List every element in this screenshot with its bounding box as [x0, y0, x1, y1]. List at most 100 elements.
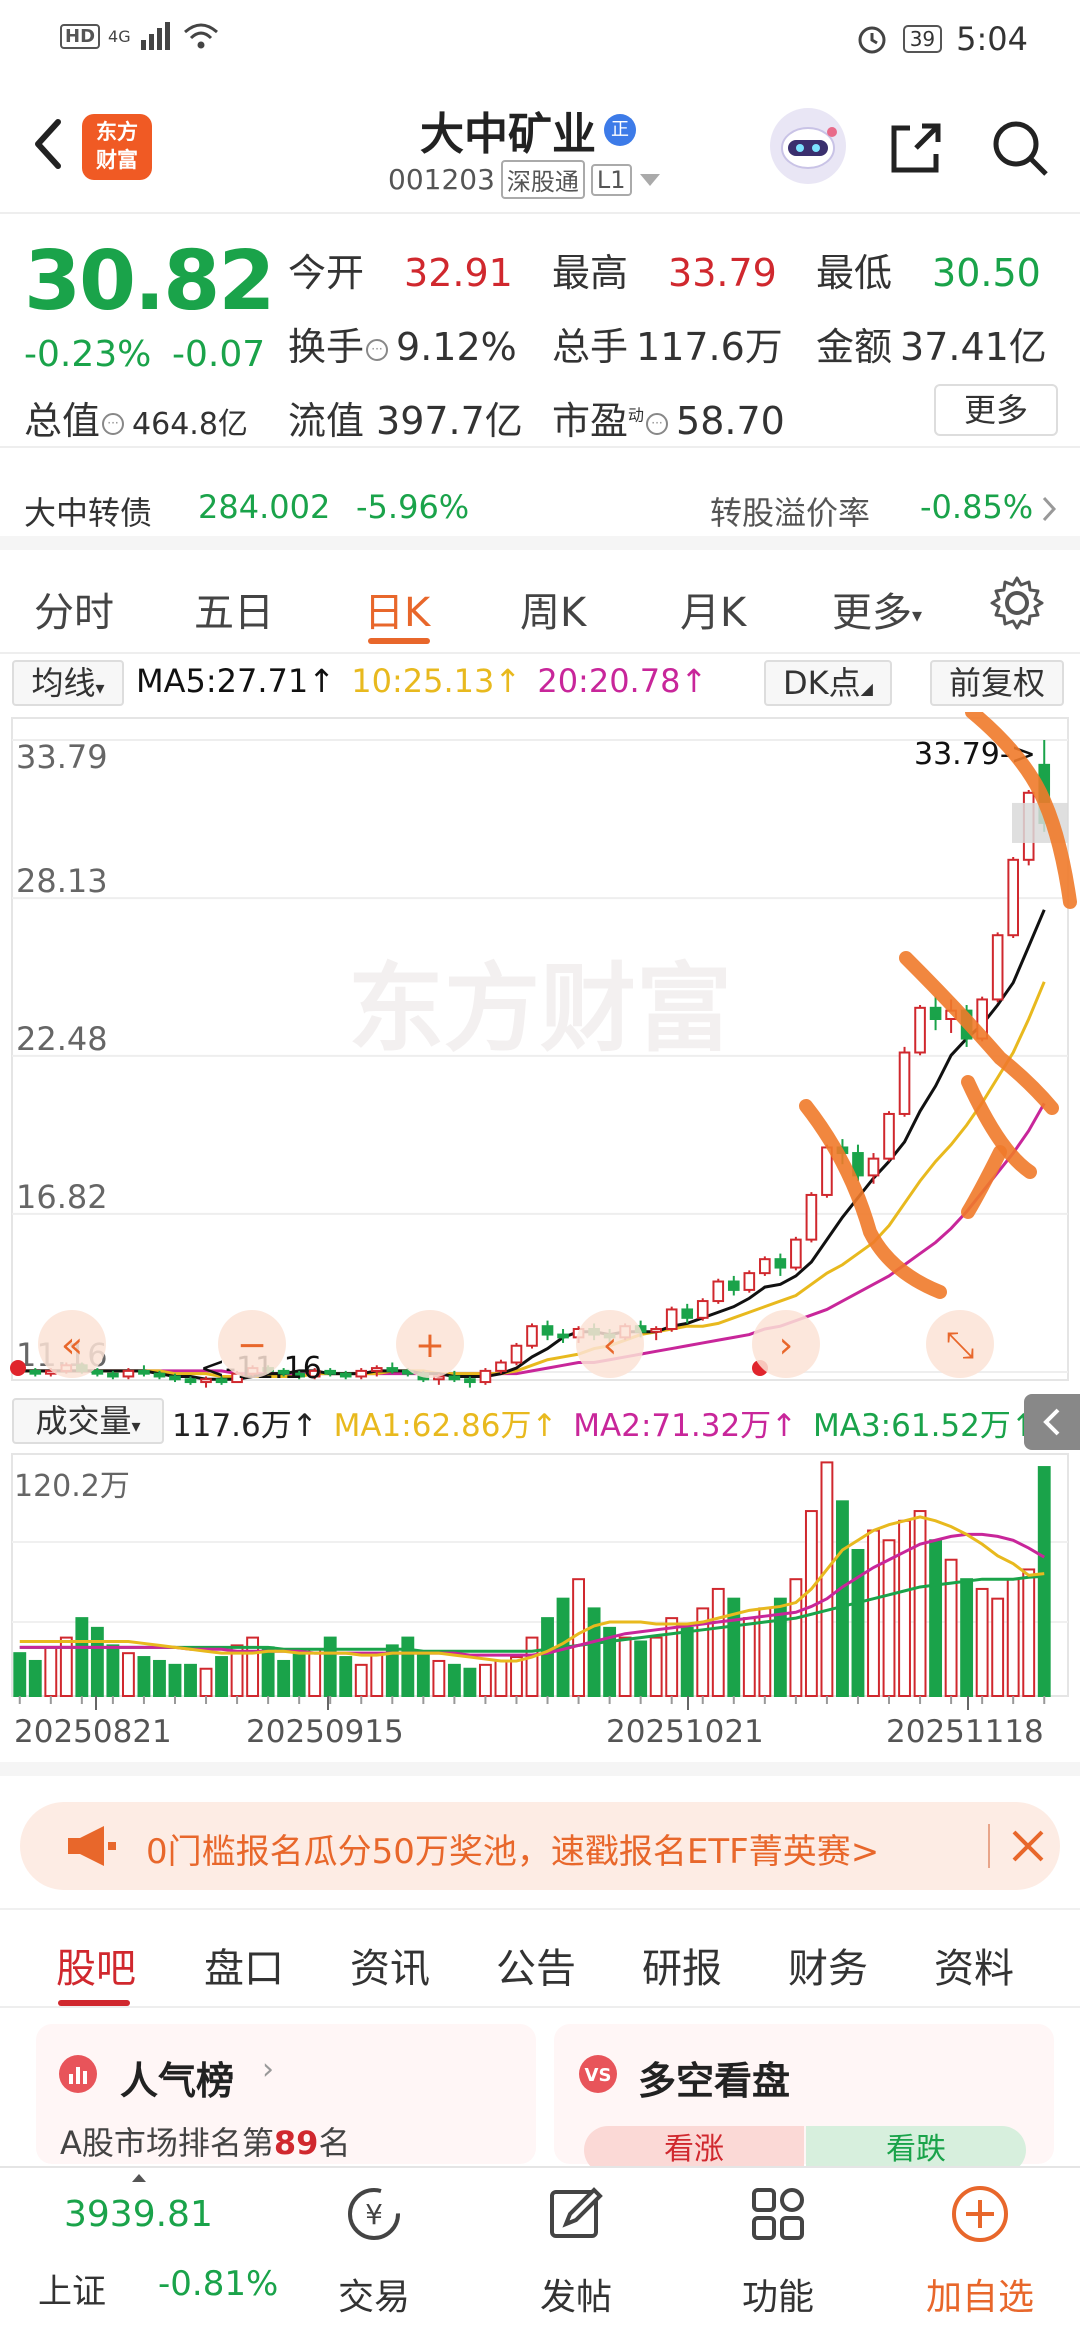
assistant-avatar[interactable] — [770, 108, 846, 184]
volume-bar — [323, 1636, 337, 1697]
convertible-bond-row[interactable]: 大中转债 284.002 -5.96% 转股溢价率 -0.85% — [0, 450, 1080, 550]
index-pct[interactable]: -0.81% — [158, 2264, 278, 2304]
candle-body — [883, 1112, 895, 1160]
dropdown-icon[interactable] — [638, 170, 662, 190]
nav-function[interactable]: 功能 — [718, 2268, 838, 2320]
bull-bear-card[interactable]: VS 多空看盘 看涨 看跌 — [554, 2024, 1054, 2174]
promo-banner[interactable]: 0门槛报名瓜分50万奖池，速戳报名ETF菁英赛> — [20, 1802, 1060, 1890]
nav-trade[interactable]: 交易 — [314, 2268, 434, 2320]
adjust-mode-button[interactable]: 前复权 — [930, 660, 1064, 706]
stock-title: 大中矿业 正 — [420, 98, 636, 162]
info-icon[interactable]: ··· — [646, 412, 669, 435]
nav-post[interactable]: 发帖 — [516, 2268, 636, 2320]
fullscreen-icon[interactable]: ⤡ — [926, 1310, 994, 1378]
volume-bar — [401, 1636, 415, 1697]
tab-weekly-k[interactable]: 周K — [520, 580, 586, 638]
dk-point-button[interactable]: DK点◢ — [764, 660, 892, 706]
caret-up-icon — [132, 2174, 146, 2182]
share-icon[interactable] — [886, 118, 946, 178]
add-circle-icon[interactable] — [948, 2182, 1012, 2246]
volume-bar — [354, 1663, 368, 1697]
search-icon[interactable] — [990, 118, 1050, 178]
app-logo[interactable]: 东方 财富 — [82, 114, 152, 180]
candle-body — [991, 934, 1004, 1001]
tab-monthly-k[interactable]: 月K — [680, 580, 746, 638]
tab-daily-k[interactable]: 日K — [364, 580, 430, 638]
volume-bar — [913, 1510, 927, 1697]
range-start-dot — [10, 1360, 26, 1376]
volume-legend: 117.6万↑ MA1:62.86万↑ MA2:71.32万↑ MA3:61.5… — [172, 1400, 1037, 1445]
index-value[interactable]: 3939.81 — [64, 2194, 213, 2235]
scroll-right-icon[interactable]: › — [752, 1310, 820, 1378]
info-icon[interactable]: ··· — [366, 338, 389, 361]
info-tabs: 股吧 盘口 资讯 公告 研报 财务 资料 — [0, 1908, 1080, 2008]
function-grid-icon[interactable] — [746, 2182, 810, 2246]
tab-news[interactable]: 资讯 — [350, 1936, 430, 1994]
volume-bar — [510, 1656, 523, 1698]
gear-icon[interactable] — [988, 574, 1046, 632]
trade-icon[interactable]: ¥ — [342, 2182, 406, 2246]
tab-profile[interactable]: 资料 — [934, 1936, 1014, 1994]
info-icon[interactable]: ··· — [102, 412, 125, 435]
volume-bar — [339, 1656, 353, 1698]
index-name[interactable]: 上证 — [38, 2264, 106, 2313]
tab-intraday[interactable]: 分时 — [34, 580, 114, 638]
ma-selector[interactable]: 均线▾ — [12, 660, 124, 706]
nav-add-watchlist[interactable]: 加自选 — [920, 2268, 1040, 2320]
candle-body — [774, 1258, 787, 1269]
control-glyph: ⤡ — [946, 1325, 975, 1366]
pe-label: 市盈 — [552, 399, 629, 443]
zoom-minus-icon[interactable]: − — [218, 1310, 286, 1378]
candle-body — [1007, 858, 1020, 937]
zoom-out-left-icon[interactable]: « — [38, 1310, 106, 1378]
volume-bar — [929, 1539, 943, 1697]
official-badge: 正 — [604, 114, 636, 146]
float-field: 流值 397.7亿 — [288, 390, 523, 445]
close-icon[interactable] — [1006, 1824, 1050, 1868]
stock-code: 001203 — [388, 163, 495, 196]
amount-field: 金额 37.41亿 — [816, 316, 1047, 371]
volume-chart[interactable]: 120.2万 20250821 20250915 20251021 20251118 — [0, 1452, 1080, 1782]
tab-more-label: 更多 — [832, 590, 912, 636]
status-right: 39 5:04 — [855, 20, 1028, 58]
indicator-selector[interactable]: 成交量▾ — [12, 1398, 164, 1444]
tab-research[interactable]: 研报 — [642, 1936, 722, 1994]
annotation-stroke — [961, 1145, 1007, 1219]
svg-text:VS: VS — [585, 2065, 612, 2086]
back-icon[interactable] — [24, 114, 74, 174]
x-tick-label: 20250821 — [14, 1714, 172, 1750]
volume-bar — [261, 1646, 275, 1697]
zoom-plus-icon[interactable]: + — [396, 1310, 464, 1378]
post-icon[interactable] — [544, 2182, 608, 2246]
tab-orderbook[interactable]: 盘口 — [204, 1936, 284, 1994]
volume-bar — [13, 1652, 27, 1698]
volume-bar — [137, 1656, 151, 1698]
turnover-value: 9.12% — [396, 325, 517, 369]
high-value: 33.79 — [668, 251, 777, 295]
high-label: 最高 — [552, 251, 629, 295]
logo-line2: 财富 — [96, 148, 138, 172]
tab-forum[interactable]: 股吧 — [56, 1936, 136, 1994]
stock-subtitle: 001203 深股通 L1 — [388, 160, 662, 199]
kline-chart[interactable]: 33.7928.1322.4816.8211.16东方财富33.79-><-11… — [0, 712, 1080, 1402]
candle-body — [805, 1193, 818, 1241]
candle-body — [355, 1369, 368, 1378]
volume-current: 117.6万↑ — [172, 1408, 318, 1444]
corner-icon: ◢ — [860, 679, 873, 698]
candle-body — [727, 1280, 740, 1291]
tab-financials[interactable]: 财务 — [788, 1936, 868, 1994]
collapse-panel-button[interactable] — [1024, 1394, 1080, 1450]
volume-bar — [820, 1461, 834, 1697]
chevron-right-icon: › — [262, 2052, 274, 2087]
popularity-card[interactable]: 人气榜 › A股市场排名第89名 — [36, 2024, 536, 2164]
tab-announcements[interactable]: 公告 — [496, 1936, 576, 1994]
more-button[interactable]: 更多 — [934, 384, 1058, 436]
candle-body — [448, 1375, 461, 1381]
high-field: 最高 33.79 — [552, 242, 777, 297]
tab-more[interactable]: 更多▾ — [832, 580, 922, 638]
volume-bar — [199, 1667, 213, 1697]
tab-five-day[interactable]: 五日 — [194, 580, 274, 638]
ma-legend: MA5:27.71↑ 10:25.13↑ 20:20.78↑ — [136, 662, 707, 700]
rank-prefix: A股市场排名第 — [60, 2124, 274, 2162]
scroll-left-icon[interactable]: ‹ — [576, 1310, 644, 1378]
